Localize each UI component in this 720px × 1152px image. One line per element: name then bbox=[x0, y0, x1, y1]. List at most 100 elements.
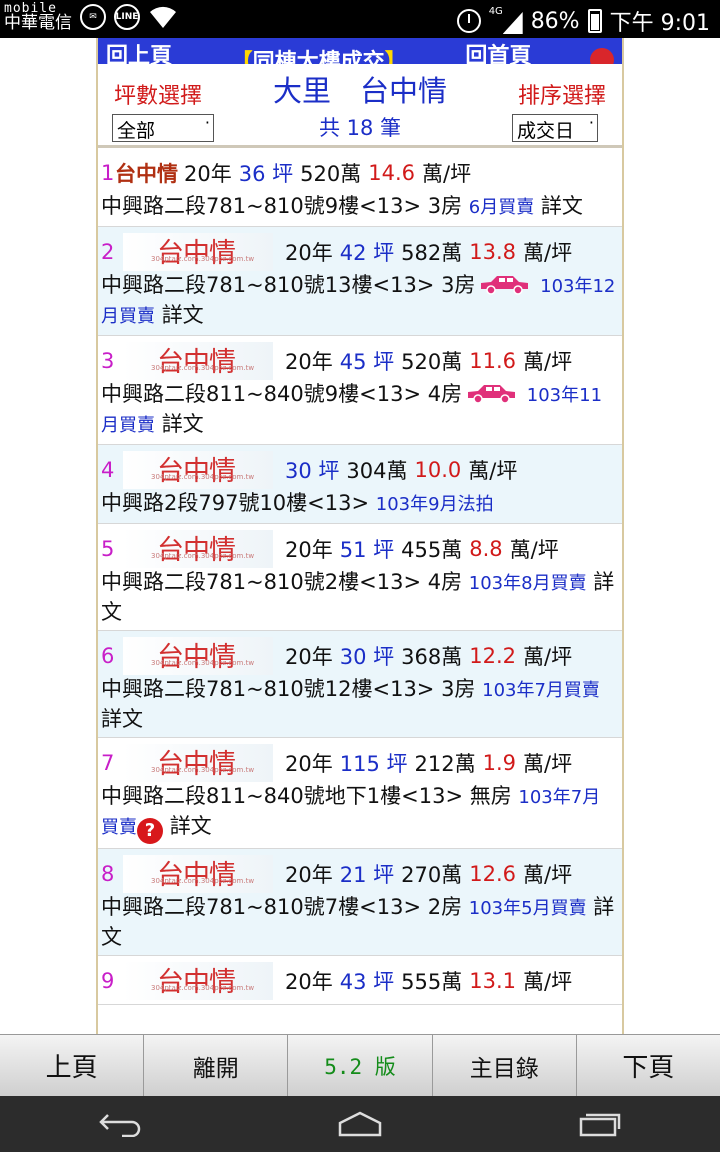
community-logo: 台中情 304ptaiz.com.304pcz.com.tw bbox=[123, 530, 273, 568]
sort-label: 排序選擇 bbox=[517, 84, 606, 109]
listing-number: 4 bbox=[101, 458, 115, 482]
transaction-date: 6月買賣 bbox=[468, 197, 535, 218]
floor-area: 42 坪 bbox=[339, 241, 395, 265]
unit-price-suffix: 萬/坪 bbox=[523, 241, 573, 265]
logo-text: 台中情 bbox=[157, 535, 236, 566]
home-link[interactable]: 回首頁 bbox=[465, 38, 531, 64]
list-header: 坪數選擇 大里 台中情 排序選擇 全部 共 18 筆 成交日 bbox=[98, 64, 622, 148]
listing-row[interactable]: 2 台中情 304ptaiz.com.304pcz.com.tw 20年 42 坪 582… bbox=[98, 227, 622, 336]
unit-price-suffix: 萬/坪 bbox=[523, 350, 573, 374]
detail-link[interactable]: 詳文 bbox=[170, 814, 212, 838]
logo-watermark: 304ptaiz.com.304pcz.com.tw bbox=[151, 473, 255, 481]
logo-text: 台中情 bbox=[157, 860, 236, 891]
listing-row[interactable]: 7 台中情 304ptaiz.com.304pcz.com.tw 20年 115 坪 21… bbox=[98, 738, 622, 849]
building-age: 20年 bbox=[285, 752, 333, 776]
floor-area: 45 坪 bbox=[339, 350, 395, 374]
listing-row[interactable]: 5 台中情 304ptaiz.com.304pcz.com.tw 20年 51 坪 455… bbox=[98, 524, 622, 631]
system-nav-bar bbox=[0, 1096, 720, 1152]
total-price: 270萬 bbox=[401, 863, 463, 887]
building-age: 20年 bbox=[285, 863, 333, 887]
total-price: 212萬 bbox=[414, 752, 476, 776]
listing-detail: 中興路二段781~810號7樓<13> 2房 103年5月買賣 詳文 bbox=[101, 893, 622, 951]
building-age: 20年 bbox=[285, 241, 333, 265]
total-price: 304萬 bbox=[346, 459, 408, 483]
listing-page: 回上頁 【同棟大樓成交】 回首頁 坪數選擇 大里 台中情 排序選擇 全部 共 1… bbox=[96, 38, 624, 1034]
floor-area: 21 坪 bbox=[339, 863, 395, 887]
address: 中興路二段781~810號12樓<13> 3房 bbox=[101, 677, 476, 701]
question-icon[interactable]: ? bbox=[137, 818, 163, 844]
top-nav: 回上頁 【同棟大樓成交】 回首頁 bbox=[98, 38, 622, 64]
listing-row[interactable]: 6 台中情 304ptaiz.com.304pcz.com.tw 20年 30 坪 368… bbox=[98, 631, 622, 738]
exit-button[interactable]: 離開 bbox=[144, 1035, 289, 1096]
same-building-title[interactable]: 【同棟大樓成交】 bbox=[231, 38, 407, 64]
detail-link[interactable]: 詳文 bbox=[541, 194, 583, 218]
logo-text: 台中情 bbox=[157, 238, 236, 269]
listing-number: 6 bbox=[101, 644, 115, 668]
listing-summary: 6 台中情 304ptaiz.com.304pcz.com.tw 20年 30 坪 368… bbox=[101, 637, 622, 675]
listing-row[interactable]: 1 台中情 20年 36 坪 520萬 14.6 萬/坪 中興路二段781~810號9樓<13… bbox=[98, 148, 622, 227]
listing-number: 3 bbox=[101, 349, 115, 373]
carrier-line2: 中華電信 bbox=[4, 13, 72, 33]
parking-car-icon bbox=[464, 382, 518, 404]
building-age: 20年 bbox=[184, 162, 232, 186]
listing-detail: 中興路2段797號10樓<13> 103年9月法拍 bbox=[101, 489, 622, 519]
listing-row[interactable]: 3 台中情 304ptaiz.com.304pcz.com.tw 20年 45 坪 520… bbox=[98, 336, 622, 445]
detail-link[interactable]: 詳文 bbox=[101, 707, 143, 731]
logo-text: 台中情 bbox=[157, 642, 236, 673]
logo-text: 台中情 bbox=[157, 749, 236, 780]
floor-area: 43 坪 bbox=[339, 970, 395, 994]
unit-price-suffix: 萬/坪 bbox=[468, 459, 518, 483]
listing-summary: 1 台中情 20年 36 坪 520萬 14.6 萬/坪 bbox=[101, 154, 622, 192]
community-name: 台中情 bbox=[115, 162, 178, 186]
prev-page-button[interactable]: 上頁 bbox=[0, 1035, 145, 1096]
total-price: 368萬 bbox=[401, 645, 463, 669]
community-logo: 台中情 304ptaiz.com.304pcz.com.tw bbox=[123, 233, 273, 271]
bottom-toolbar: 上頁 離開 5.2 版 主目錄 下頁 bbox=[0, 1034, 720, 1096]
back-icon[interactable] bbox=[95, 1109, 145, 1139]
signal-bars bbox=[502, 12, 523, 34]
recent-apps-icon[interactable] bbox=[575, 1109, 625, 1139]
transaction-date: 103年8月買賣 bbox=[468, 573, 587, 594]
detail-link[interactable]: 詳文 bbox=[162, 303, 204, 327]
wifi-icon bbox=[150, 6, 176, 28]
main-menu-button[interactable]: 主目錄 bbox=[433, 1035, 577, 1096]
unit-price: 10.0 bbox=[414, 458, 462, 482]
logo-watermark: 304ptaiz.com.304pcz.com.tw bbox=[151, 766, 255, 774]
listing-number: 1 bbox=[101, 161, 115, 185]
logo-watermark: 304ptaiz.com.304pcz.com.tw bbox=[151, 364, 255, 372]
floor-area: 51 坪 bbox=[339, 538, 395, 562]
listing-number: 5 bbox=[101, 537, 115, 561]
unit-price-suffix: 萬/坪 bbox=[523, 863, 573, 887]
listing-detail: 中興路二段781~810號2樓<13> 4房 103年8月買賣 詳文 bbox=[101, 568, 622, 626]
transaction-date: 103年7月買賣 bbox=[482, 680, 600, 701]
listing-row[interactable]: 8 台中情 304ptaiz.com.304pcz.com.tw 20年 21 坪 270… bbox=[98, 849, 622, 956]
community-logo: 台中情 304ptaiz.com.304pcz.com.tw bbox=[123, 637, 273, 675]
next-page-button[interactable]: 下頁 bbox=[577, 1035, 720, 1096]
building-age: 20年 bbox=[285, 645, 333, 669]
sort-select[interactable]: 成交日 bbox=[512, 113, 598, 142]
listing-number: 2 bbox=[101, 240, 115, 264]
detail-link[interactable]: 詳文 bbox=[162, 412, 204, 436]
logo-watermark: 304ptaiz.com.304pcz.com.tw bbox=[151, 552, 255, 560]
back-link[interactable]: 回上頁 bbox=[106, 38, 172, 64]
network-type: 4G bbox=[488, 6, 503, 17]
unit-price-suffix: 萬/坪 bbox=[509, 538, 559, 562]
listing-detail: 中興路二段781~810號13樓<13> 3房 103年12月買賣 詳文 bbox=[101, 271, 622, 331]
version-button[interactable]: 5.2 版 bbox=[288, 1035, 433, 1096]
logo-text: 台中情 bbox=[157, 456, 236, 487]
unit-price: 13.1 bbox=[469, 969, 516, 993]
same-building-label: 同棟大樓成交 bbox=[252, 50, 385, 64]
home-icon[interactable] bbox=[335, 1109, 385, 1139]
logo-text: 台中情 bbox=[157, 967, 236, 998]
community-logo: 台中情 304ptaiz.com.304pcz.com.tw bbox=[123, 744, 273, 782]
listing-row[interactable]: 9 台中情 304ptaiz.com.304pcz.com.tw 20年 43 坪 555… bbox=[98, 956, 622, 1005]
logo-watermark: 304ptaiz.com.304pcz.com.tw bbox=[151, 984, 255, 992]
unit-price: 1.9 bbox=[482, 751, 516, 775]
total-price: 520萬 bbox=[300, 162, 362, 186]
listing-row[interactable]: 4 台中情 304ptaiz.com.304pcz.com.tw 30 坪 304萬 10… bbox=[98, 445, 622, 524]
unit-price-suffix: 萬/坪 bbox=[523, 752, 573, 776]
carrier-name: mobile 中華電信 bbox=[4, 2, 72, 32]
help-icon[interactable] bbox=[590, 48, 614, 64]
listing-summary: 2 台中情 304ptaiz.com.304pcz.com.tw 20年 42 坪 582… bbox=[101, 233, 622, 271]
floor-area: 36 坪 bbox=[238, 162, 294, 186]
